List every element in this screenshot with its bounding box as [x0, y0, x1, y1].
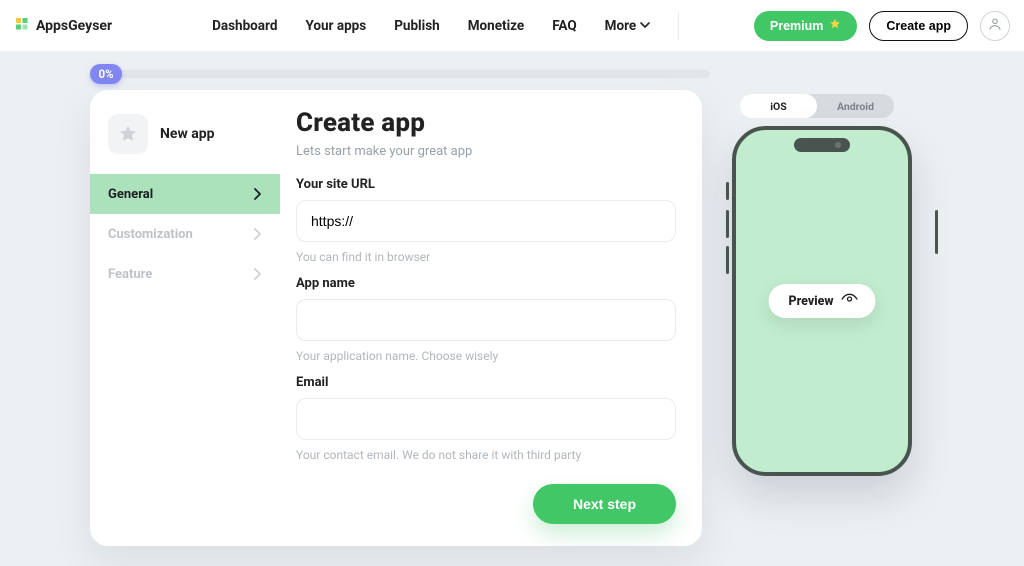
sidebar-steps: General Customization Feature [90, 174, 280, 294]
platform-android[interactable]: Android [817, 94, 894, 118]
phone-notch [794, 138, 850, 152]
nav-publish[interactable]: Publish [394, 18, 440, 34]
sidebar-item-feature: Feature [90, 254, 280, 294]
builder-sidebar: New app General Customization Feature [90, 90, 280, 546]
user-icon [987, 16, 1003, 36]
sidebar-item-customization: Customization [90, 214, 280, 254]
phone-frame: Preview [732, 126, 912, 476]
nav-divider [678, 12, 679, 40]
brand-logo-icon [14, 16, 30, 36]
sidebar-item-general[interactable]: General [90, 174, 280, 214]
star-icon [829, 18, 841, 33]
builder-form: Create app Lets start make your great ap… [280, 90, 702, 546]
progress-track [92, 70, 710, 78]
account-button[interactable] [980, 11, 1010, 41]
appname-input[interactable] [296, 299, 676, 341]
appname-hint: Your application name. Choose wisely [296, 349, 676, 363]
preview-label: Preview [788, 294, 833, 309]
chevron-down-icon [640, 18, 650, 34]
phone-side-button [935, 210, 938, 254]
nav-dashboard[interactable]: Dashboard [212, 18, 277, 34]
next-step-label: Next step [573, 496, 636, 512]
sidebar-item-label: Customization [108, 227, 193, 242]
page-subtitle: Lets start make your great app [296, 144, 676, 159]
chevron-right-icon [252, 188, 262, 200]
phone-side-button [726, 210, 729, 238]
create-app-label: Create app [886, 19, 951, 33]
next-step-button[interactable]: Next step [533, 484, 676, 524]
main-nav: Dashboard Your apps Publish Monetize FAQ… [212, 18, 650, 34]
app-header: AppsGeyser Dashboard Your apps Publish M… [0, 0, 1024, 52]
builder-card: New app General Customization Feature [90, 90, 702, 546]
sidebar-item-label: General [108, 187, 153, 202]
email-hint: Your contact email. We do not share it w… [296, 448, 676, 462]
eye-icon [842, 293, 858, 309]
app-placeholder-icon [108, 114, 148, 154]
nav-monetize[interactable]: Monetize [468, 18, 525, 34]
new-app-header: New app [90, 114, 280, 174]
new-app-title: New app [160, 126, 214, 142]
nav-more-label: More [605, 18, 637, 34]
progress-pill: 0% [90, 64, 122, 84]
chevron-right-icon [252, 268, 262, 280]
preview-button[interactable]: Preview [768, 284, 875, 318]
email-label: Email [296, 375, 676, 390]
header-actions: Premium Create app [754, 11, 1010, 41]
nav-your-apps[interactable]: Your apps [305, 18, 366, 34]
create-app-button[interactable]: Create app [869, 11, 968, 41]
nav-faq[interactable]: FAQ [552, 18, 576, 34]
platform-android-label: Android [837, 100, 874, 113]
progress-value: 0% [98, 67, 113, 81]
progress-row: 0% [0, 52, 1024, 94]
page-title: Create app [296, 108, 676, 138]
nav-more[interactable]: More [605, 18, 651, 34]
platform-ios[interactable]: iOS [740, 94, 817, 118]
platform-switch: iOS Android [740, 94, 894, 118]
brand-name: AppsGeyser [36, 18, 112, 34]
brand[interactable]: AppsGeyser [14, 16, 112, 36]
sidebar-item-label: Feature [108, 267, 152, 282]
premium-label: Premium [770, 19, 824, 33]
email-input[interactable] [296, 398, 676, 440]
url-label: Your site URL [296, 177, 676, 192]
url-hint: You can find it in browser [296, 250, 676, 264]
url-input[interactable] [296, 200, 676, 242]
phone-side-button [726, 182, 729, 200]
workspace: New app General Customization Feature [90, 90, 1004, 566]
chevron-right-icon [252, 228, 262, 240]
platform-ios-label: iOS [770, 100, 786, 113]
phone-side-button [726, 246, 729, 274]
premium-button[interactable]: Premium [754, 11, 858, 41]
appname-label: App name [296, 276, 676, 291]
